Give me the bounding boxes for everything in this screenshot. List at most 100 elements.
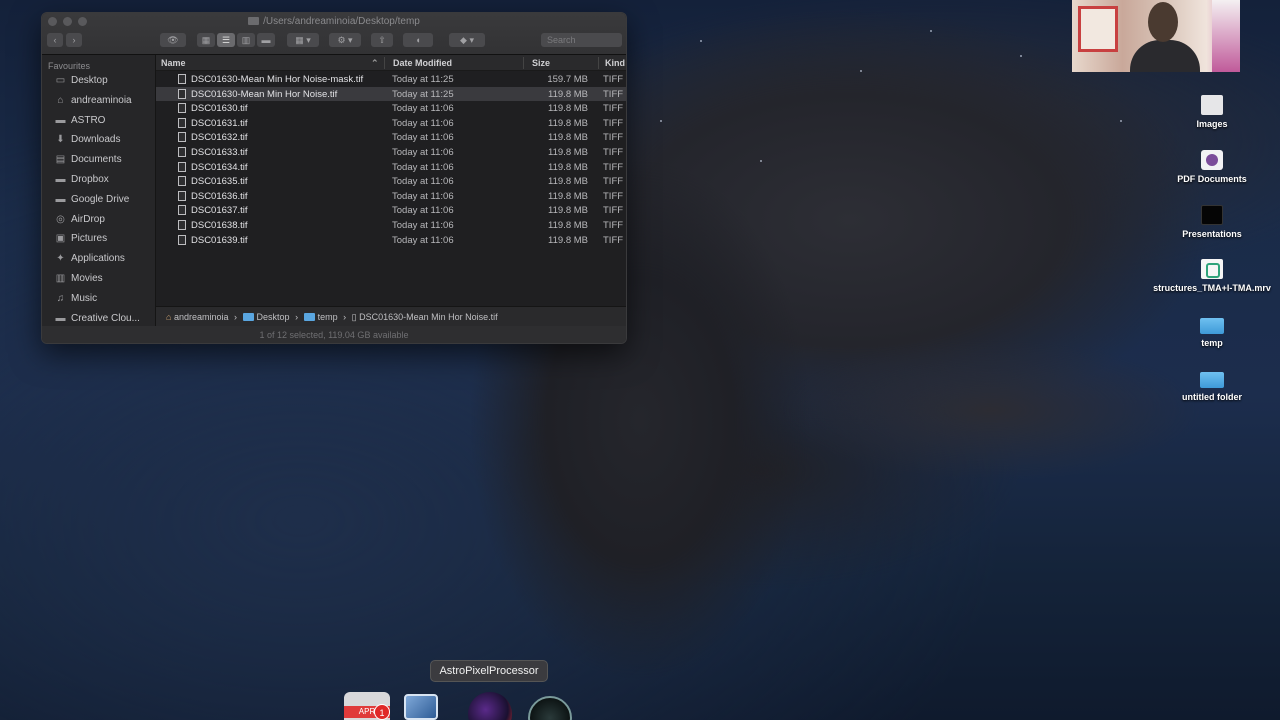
sidebar-item-airdrop[interactable]: ◎ AirDrop	[54, 211, 154, 229]
column-header: Name ⌃ Date Modified Size Kind	[156, 55, 626, 71]
column-size[interactable]: Size	[532, 58, 550, 68]
file-row[interactable]: DSC01634.tif Today at 11:06 119.8 MB TIFF i	[156, 160, 626, 175]
sidebar-item-google-drive[interactable]: ▬ Google Drive	[54, 191, 154, 209]
file-name: DSC01630-Mean Min Hor Noise-mask.tif	[191, 74, 364, 85]
file-name: DSC01632.tif	[191, 132, 248, 144]
music-icon: ♫	[56, 293, 65, 304]
file-row[interactable]: DSC01630-Mean Min Hor Noise-mask.tif Toda…	[156, 72, 626, 87]
tiff-file-icon	[178, 132, 186, 143]
column-date[interactable]: Date Modified	[393, 58, 452, 68]
path-home[interactable]: andreaminoia	[174, 312, 229, 322]
quick-look-button[interactable]: 👁	[160, 33, 186, 47]
sidebar-item-applications[interactable]: ✦ Applications	[54, 250, 154, 268]
file-row[interactable]: DSC01630-Mean Min Hor Noise.tif Today at …	[156, 86, 626, 102]
file-row[interactable]: DSC01637.tif Today at 11:06 119.8 MB TIFF i	[156, 203, 627, 218]
home-icon: ⌂	[166, 312, 172, 322]
sidebar-item-movies[interactable]: ▥ Movies	[54, 270, 154, 288]
desktop-icon-images[interactable]: Images	[1152, 95, 1272, 129]
column-view-button[interactable]: ▥	[237, 33, 255, 47]
desktop-icon-untitled-folder[interactable]: untitled folder	[1152, 372, 1272, 402]
folder-icon	[1200, 318, 1224, 334]
desktop-icon-mrv[interactable]: structures_TMA+I-TMA.mrv	[1152, 259, 1272, 293]
sidebar-item-dropbox[interactable]: ▬ Dropbox	[54, 171, 154, 189]
file-name: DSC01633.tif	[191, 146, 248, 158]
dropbox-button[interactable]: ◆ ▾	[449, 33, 485, 47]
dock-astropixelprocessor[interactable]	[464, 692, 516, 720]
path-desktop[interactable]: Desktop	[257, 312, 290, 322]
sidebar-item-home[interactable]: ⌂ andreaminoia	[54, 92, 154, 110]
file-row[interactable]: DSC01638.tif Today at 11:06 119.8 MB TIFF i	[156, 218, 627, 233]
back-button[interactable]: ‹	[47, 33, 63, 47]
file-size: 119.8 MB	[548, 103, 588, 115]
tiff-file-icon	[178, 74, 186, 84]
file-date: Today at 11:06	[392, 219, 454, 231]
file-name: DSC01635.tif	[191, 176, 248, 188]
file-date: Today at 11:25	[392, 74, 454, 85]
applications-icon: ✦	[56, 253, 65, 264]
pictures-icon: ▣	[55, 233, 66, 244]
sidebar-item-downloads[interactable]: ⬇ Downloads	[54, 131, 154, 149]
file-size: 119.8 MB	[548, 132, 588, 144]
file-row[interactable]: DSC01630.tif Today at 11:06 119.8 MB TIFF i	[156, 101, 626, 116]
desktop-icon-temp[interactable]: temp	[1152, 318, 1272, 348]
dock-app-icon[interactable]	[526, 692, 574, 720]
titlebar[interactable]: /Users/andreaminoia/Desktop/temp ‹ › 👁 ▦…	[42, 13, 626, 55]
sidebar-item-astro[interactable]: ▬ ASTRO	[54, 112, 154, 130]
file-kind: TIFF i	[603, 190, 627, 202]
sidebar-item-pictures[interactable]: ▣ Pictures	[54, 230, 154, 248]
sidebar-item-documents[interactable]: ▤ Documents	[54, 151, 154, 169]
column-name[interactable]: Name	[161, 58, 186, 68]
column-kind[interactable]: Kind	[605, 58, 625, 68]
dock-virtualbox[interactable]	[398, 692, 444, 720]
file-row[interactable]: DSC01639.tif Today at 11:06 119.8 MB TIFF i	[156, 233, 626, 248]
status-bar: 1 of 12 selected, 119.04 GB available	[42, 326, 626, 343]
presentation-icon	[1201, 205, 1223, 225]
google-drive-icon: ▬	[55, 194, 66, 205]
search-input[interactable]: Search	[541, 33, 622, 47]
file-date: Today at 11:25	[392, 88, 454, 100]
file-size: 119.8 MB	[548, 205, 588, 217]
virtualbox-icon	[404, 694, 438, 720]
file-name: DSC01637.tif	[191, 205, 248, 217]
share-button[interactable]: ⇧	[371, 33, 393, 47]
astropixelprocessor-icon	[468, 692, 512, 720]
file-row[interactable]: DSC01635.tif Today at 11:06 119.8 MB TIFF i	[156, 174, 626, 189]
file-kind: TIFF i	[603, 219, 627, 231]
movies-icon: ▥	[55, 273, 66, 284]
pdf-icon	[1201, 150, 1223, 170]
path-temp[interactable]: temp	[318, 312, 338, 322]
file-size: 119.8 MB	[548, 88, 588, 100]
path-file[interactable]: DSC01630-Mean Min Hor Noise.tif	[359, 312, 498, 322]
folder-icon	[1200, 372, 1224, 388]
file-size: 119.8 MB	[548, 161, 588, 173]
sidebar-item-music[interactable]: ♫ Music	[54, 290, 154, 308]
dock-calendar[interactable]: APR 1	[344, 692, 390, 720]
file-row[interactable]: DSC01636.tif Today at 11:06 119.8 MB TIFF i	[156, 189, 627, 204]
airdrop-icon: ◎	[56, 214, 65, 225]
group-button[interactable]: ▦ ▾	[287, 33, 319, 47]
forward-button[interactable]: ›	[66, 33, 82, 47]
file-row[interactable]: DSC01633.tif Today at 11:06 119.8 MB TIFF i	[156, 145, 626, 160]
file-icon: ▯	[351, 312, 357, 322]
desktop-icon-presentations[interactable]: Presentations	[1152, 205, 1272, 239]
downloads-icon: ⬇	[56, 134, 65, 145]
desktop-icon-pdf-documents[interactable]: PDF Documents	[1152, 150, 1272, 184]
icon-view-button[interactable]: ▦	[197, 33, 215, 47]
folder-icon: ▬	[55, 115, 66, 126]
file-row[interactable]: DSC01631.tif Today at 11:06 119.8 MB TIFF i	[156, 116, 626, 131]
file-name: DSC01634.tif	[191, 161, 248, 173]
gallery-view-button[interactable]: ▬	[257, 33, 275, 47]
tiff-file-icon	[178, 117, 186, 128]
file-kind: TIFF i	[603, 205, 627, 217]
window-title: /Users/andreaminoia/Desktop/temp	[42, 16, 626, 27]
file-row[interactable]: DSC01632.tif Today at 11:06 119.8 MB TIFF i	[156, 130, 626, 145]
chevron-right-icon: ›	[234, 312, 238, 322]
tiff-file-icon	[178, 219, 186, 230]
file-name: DSC01630-Mean Min Hor Noise.tif	[191, 88, 338, 100]
tags-button[interactable]: ◖	[403, 33, 433, 47]
sidebar-item-desktop[interactable]: ▭ Desktop	[54, 72, 154, 90]
finder-window[interactable]: /Users/andreaminoia/Desktop/temp ‹ › 👁 ▦…	[41, 12, 627, 344]
action-gear-button[interactable]: ⚙ ▾	[329, 33, 361, 47]
tiff-file-icon	[178, 161, 186, 172]
list-view-button[interactable]: ☰	[217, 33, 235, 47]
